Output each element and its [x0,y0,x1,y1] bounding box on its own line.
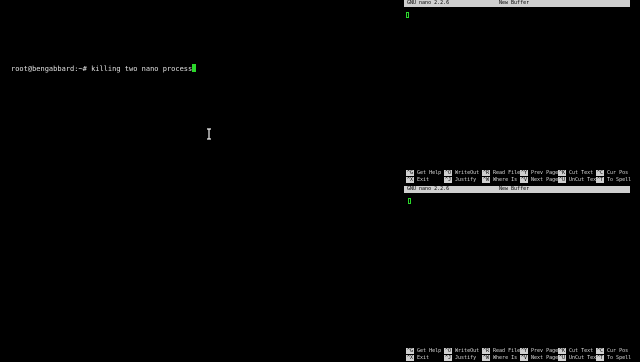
shortcut-row: ^G Get Help ^O WriteOut ^R Read File ^Y Prev… [406,348,638,354]
shortcut-prev-page[interactable]: ^Y Prev Page [520,170,558,176]
nano-version: GNU nano 2.2.6 [407,0,450,6]
shortcut-row: ^X Exit ^J Justify ^W Where Is ^V Next Page … [406,355,638,361]
shortcut-prev-page[interactable]: ^Y Prev Page [520,348,558,354]
nano-titlebar: GNU nano 2.2.6 New Buffer [404,186,630,193]
shortcut-read-file[interactable]: ^R Read File [482,348,520,354]
shortcut-writeout[interactable]: ^O WriteOut [444,170,479,176]
shortcut-read-file[interactable]: ^R Read File [482,170,520,176]
shortcut-where-is[interactable]: ^W Where Is [482,355,517,361]
shortcut-cur-pos[interactable]: ^C Cur Pos [596,170,628,176]
shortcut-next-page[interactable]: ^V Next Page [520,177,558,183]
terminal-cursor [192,64,197,72]
shortcut-uncut-text[interactable]: ^U UnCut Text [558,177,599,183]
terminal-prompt: root@bengabbard:~# [11,65,87,73]
terminal-pane[interactable]: root@bengabbard:~# killing two nano proc… [0,0,400,360]
nano-shortcut-bar: ^G Get Help ^O WriteOut ^R Read File ^Y Prev… [406,170,638,184]
shortcut-uncut-text[interactable]: ^U UnCut Text [558,355,599,361]
nano-version: GNU nano 2.2.6 [407,186,450,192]
shortcut-justify[interactable]: ^J Justify [444,355,476,361]
shortcut-where-is[interactable]: ^W Where Is [482,177,517,183]
nano-editor-bottom[interactable]: GNU nano 2.2.6 New Buffer ^G Get Help ^O W… [404,186,640,361]
shortcut-exit[interactable]: ^X Exit [406,355,429,361]
shortcut-cut-text[interactable]: ^K Cut Text [558,348,593,354]
nano-editor-top[interactable]: GNU nano 2.2.6 New Buffer ^G Get Help ^O W… [404,0,640,186]
nano-titlebar: GNU nano 2.2.6 New Buffer [404,0,630,7]
shortcut-get-help[interactable]: ^G Get Help [406,170,441,176]
desktop-screen: root@bengabbard:~# killing two nano proc… [0,0,640,361]
nano-cursor [408,198,411,204]
shortcut-writeout[interactable]: ^O WriteOut [444,348,479,354]
terminal-command-line[interactable]: root@bengabbard:~# killing two nano proc… [11,64,197,74]
nano-buffer-name: New Buffer [499,0,530,6]
shortcut-justify[interactable]: ^J Justify [444,177,476,183]
nano-buffer-name: New Buffer [499,186,530,192]
shortcut-row: ^G Get Help ^O WriteOut ^R Read File ^Y Prev… [406,170,638,176]
shortcut-row: ^X Exit ^J Justify ^W Where Is ^V Next Page … [406,177,638,183]
shortcut-cut-text[interactable]: ^K Cut Text [558,170,593,176]
shortcut-to-spell[interactable]: ^T To Spell [596,355,631,361]
shortcut-get-help[interactable]: ^G Get Help [406,348,441,354]
ibeam-cursor-icon [207,128,211,140]
shortcut-cur-pos[interactable]: ^C Cur Pos [596,348,628,354]
shortcut-exit[interactable]: ^X Exit [406,177,429,183]
shortcut-to-spell[interactable]: ^T To Spell [596,177,631,183]
nano-cursor [406,12,409,18]
shortcut-next-page[interactable]: ^V Next Page [520,355,558,361]
terminal-command-text: killing two nano process [91,65,193,73]
